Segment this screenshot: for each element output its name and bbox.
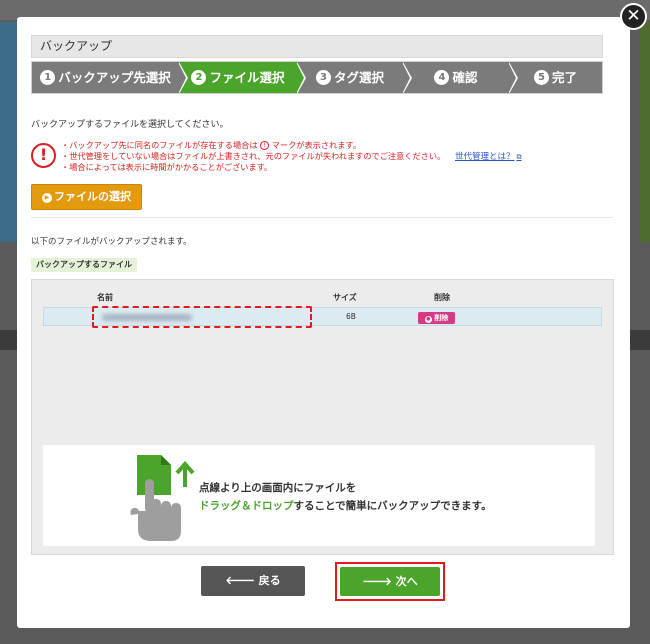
dialog-title: バックアップ [31,35,603,58]
arrow-right-icon: 🡒 [362,575,392,588]
step-1-label: バックアップ先選択 [58,70,171,85]
column-header-size: サイズ [333,293,357,302]
backup-dialog: バックアップ 1 バックアップ先選択 2 ファイル選択 3 タグ選択 4 確認 … [17,17,630,628]
background-strip-left [0,22,18,242]
step-1: 1 バックアップ先選択 [32,62,188,93]
step-3: 3 タグ選択 [297,62,412,93]
drag-drop-hand-icon [130,455,195,541]
delete-icon: ● [424,316,432,323]
warning-line-2: ・世代管理をしていない場合はファイルが上書きされ、元のファイルが失われますのでご… [61,151,446,161]
file-select-button[interactable]: ▶ ファイルの選択 [31,184,142,210]
external-link-icon: ⧉ [516,153,522,161]
step-1-number: 1 [40,70,56,85]
step-4: 4 確認 [403,62,518,93]
background-strip-right [640,22,650,242]
warning-line-3: ・場合によっては表示に時間がかかることがございます。 [61,162,273,172]
step-3-label: タグ選択 [333,70,384,85]
divider [31,217,613,218]
step-progress: 1 バックアップ先選択 2 ファイル選択 3 タグ選択 4 確認 5 完了 [31,61,603,94]
step-5: 5 完了 [509,62,602,93]
step-5-number: 5 [533,70,549,85]
arrow-left-icon: 🡐 [225,574,255,587]
next-button-highlight: 🡒 次へ [335,562,445,601]
column-header-name: 名前 [97,293,113,302]
warning-messages: ・バックアップ先に同名のファイルが存在する場合は ! マークが表示されます。 ・… [61,140,445,173]
back-button[interactable]: 🡐 戻る [201,566,305,596]
drop-hint-highlight: ドラッグ＆ドロップ [199,500,294,512]
delete-button[interactable]: ● 削除 [418,312,455,324]
files-to-backup-text: 以下のファイルがバックアップされます。 [31,237,192,247]
drag-drop-hint [43,445,595,546]
warning-line-1: ・バックアップ先に同名のファイルが存在する場合は ! マークが表示されます。 [61,140,361,150]
step-4-label: 確認 [452,70,478,85]
next-button[interactable]: 🡒 次へ [340,567,440,596]
drop-hint-line-1: 点線より上の画面内にファイルを [199,482,357,494]
step-2-label: ファイル選択 [209,70,285,85]
section-label: バックアップするファイル [31,258,137,272]
step-4-number: 4 [434,70,450,85]
file-name-redacted [92,306,312,328]
close-icon: ✕ [626,6,641,26]
file-size: 6B [346,312,356,321]
warning-icon: ! [31,143,56,168]
duplicate-mark-icon: ! [260,141,270,150]
instruction-text: バックアップするファイルを選択してください。 [31,120,229,130]
step-3-number: 3 [315,70,331,85]
column-header-delete: 削除 [434,293,450,302]
close-button[interactable]: ✕ [620,3,647,30]
step-2-number: 2 [191,70,207,85]
step-2: 2 ファイル選択 [179,62,306,93]
generation-management-link[interactable]: 世代管理とは？ ⧉ [455,150,522,162]
play-icon: ▶ [42,193,52,203]
drop-hint-line-2: ドラッグ＆ドロップすることで簡単にバックアップできます。 [199,500,492,512]
step-5-label: 完了 [551,70,577,85]
